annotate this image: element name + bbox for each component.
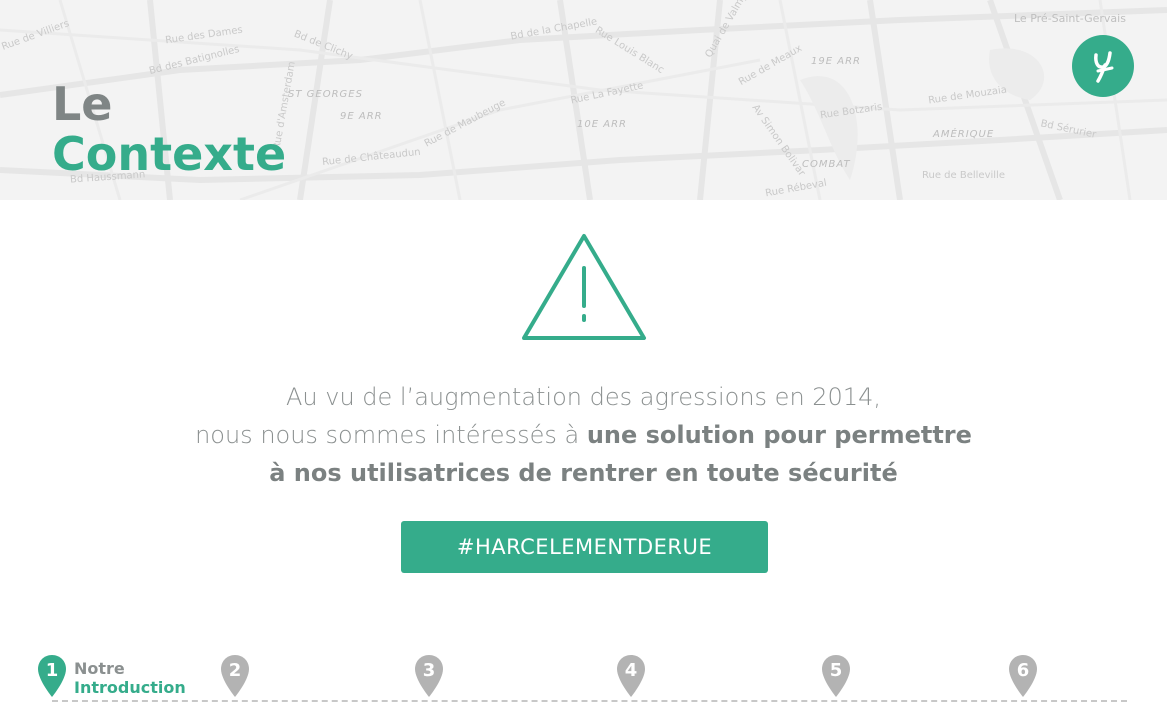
map-label: 9E ARR (340, 111, 383, 122)
timeline-step-number: 1 (46, 660, 59, 681)
timeline-step-1-marker[interactable]: 1 (37, 654, 67, 698)
map-label: COMBAT (802, 159, 851, 170)
intro-line-3-emphasis: à nos utilisatrices de rentrer en toute … (269, 459, 898, 487)
timeline-step-4-marker[interactable]: 4 (616, 654, 646, 698)
timeline-step-number: 5 (830, 660, 843, 681)
step-label-line1: Notre (74, 659, 125, 678)
intro-text: Au vu de l’augmentation des agressions e… (150, 378, 1017, 492)
map-label: AMÉRIQUE (933, 129, 995, 140)
intro-line-2-emphasis: une solution pour permettre (586, 421, 972, 449)
timeline-step-number: 2 (229, 660, 242, 681)
intro-line-1: Au vu de l’augmentation des agressions e… (286, 383, 881, 411)
step-label-line2: Introduction (74, 678, 186, 697)
timeline-step-2-marker[interactable]: 2 (220, 654, 250, 698)
intro-line-2-text: nous nous sommes intéressés à (195, 421, 587, 449)
logo-glyph (1094, 51, 1114, 83)
timeline-step-number: 4 (625, 660, 638, 681)
map-label: 19E ARR (811, 56, 861, 67)
intro-line-3: à nos utilisatrices de rentrer en toute … (150, 454, 1017, 492)
map-label: ST GEORGES (288, 89, 363, 100)
timeline-step-number: 6 (1017, 660, 1030, 681)
timeline-step-3-marker[interactable]: 3 (414, 654, 444, 698)
map-label: Le Pré-Saint-Gervais (1014, 12, 1126, 25)
hashtag-button[interactable]: #HARCELEMENTDERUE (401, 521, 768, 573)
page-title-line1: Le (52, 77, 113, 131)
warning-triangle-icon (518, 230, 650, 351)
intro-line-2: nous nous sommes intéressés à une soluti… (150, 416, 1017, 454)
map-label: Rue de Belleville (922, 170, 1005, 181)
timeline-step-5-marker[interactable]: 5 (821, 654, 851, 698)
timeline-step-6-marker[interactable]: 6 (1008, 654, 1038, 698)
timeline-track (52, 700, 1127, 702)
map-label: 10E ARR (577, 119, 627, 130)
timeline-step-number: 3 (423, 660, 436, 681)
timeline-step-1-label[interactable]: Notre Introduction (74, 659, 186, 697)
yuzz-logo-icon[interactable] (1072, 35, 1134, 97)
page-title-line2: Contexte (52, 127, 287, 181)
map-header: Le Pré-Saint-Gervais Bd de la Chapelle R… (0, 0, 1167, 200)
